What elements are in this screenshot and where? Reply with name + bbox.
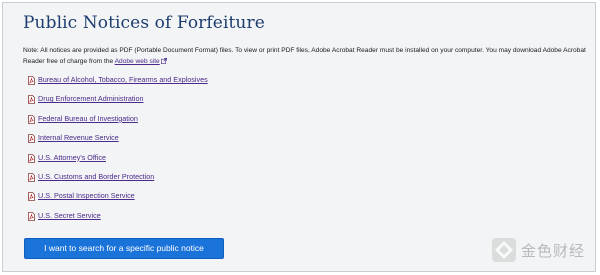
forfeiture-notice-list: Bureau of Alcohol, Tobacco, Firearms and… [28,75,208,230]
list-item: Drug Enforcement Administration [28,94,208,113]
notice-link-usss[interactable]: U.S. Secret Service [38,211,101,221]
notice-link-dea[interactable]: Drug Enforcement Administration [38,94,143,104]
list-item: Bureau of Alcohol, Tobacco, Firearms and… [28,75,208,94]
watermark-text: 金色财经 [520,241,585,260]
page-title: Public Notices of Forfeiture [23,13,265,33]
pdf-icon [28,192,35,202]
pdf-icon [28,114,35,124]
list-item: U.S. Attorney's Office [28,153,208,172]
pdf-note-text: Note: All notices are provided as PDF (P… [23,47,586,65]
list-item: Federal Bureau of Investigation [28,114,208,133]
notice-link-atf[interactable]: Bureau of Alcohol, Tobacco, Firearms and… [38,75,208,85]
notice-link-usao[interactable]: U.S. Attorney's Office [38,153,106,163]
list-item: U.S. Secret Service [28,211,208,230]
watermark: 金色财经 [491,237,585,263]
pdf-icon [28,153,35,163]
notice-link-cbp[interactable]: U.S. Customs and Border Protection [38,172,154,182]
pdf-note: Note: All notices are provided as PDF (P… [23,46,588,67]
external-link-icon [160,57,167,64]
search-public-notice-button[interactable]: I want to search for a specific public n… [24,238,224,259]
list-item: Internal Revenue Service [28,133,208,152]
pdf-icon [28,173,35,182]
notice-link-fbi[interactable]: Federal Bureau of Investigation [38,114,138,124]
notice-link-uspis[interactable]: U.S. Postal Inspection Service [38,191,135,201]
adobe-web-site-link[interactable]: Adobe web site [115,58,160,65]
pdf-icon [28,134,35,144]
pdf-icon [28,76,35,85]
pdf-icon [28,211,35,221]
pdf-icon [28,95,35,105]
jinse-logo-icon [491,238,516,262]
page-frame: Public Notices of Forfeiture Note: All n… [2,2,596,272]
list-item: U.S. Postal Inspection Service [28,191,208,210]
notice-link-irs[interactable]: Internal Revenue Service [38,133,119,143]
list-item: U.S. Customs and Border Protection [28,172,208,191]
